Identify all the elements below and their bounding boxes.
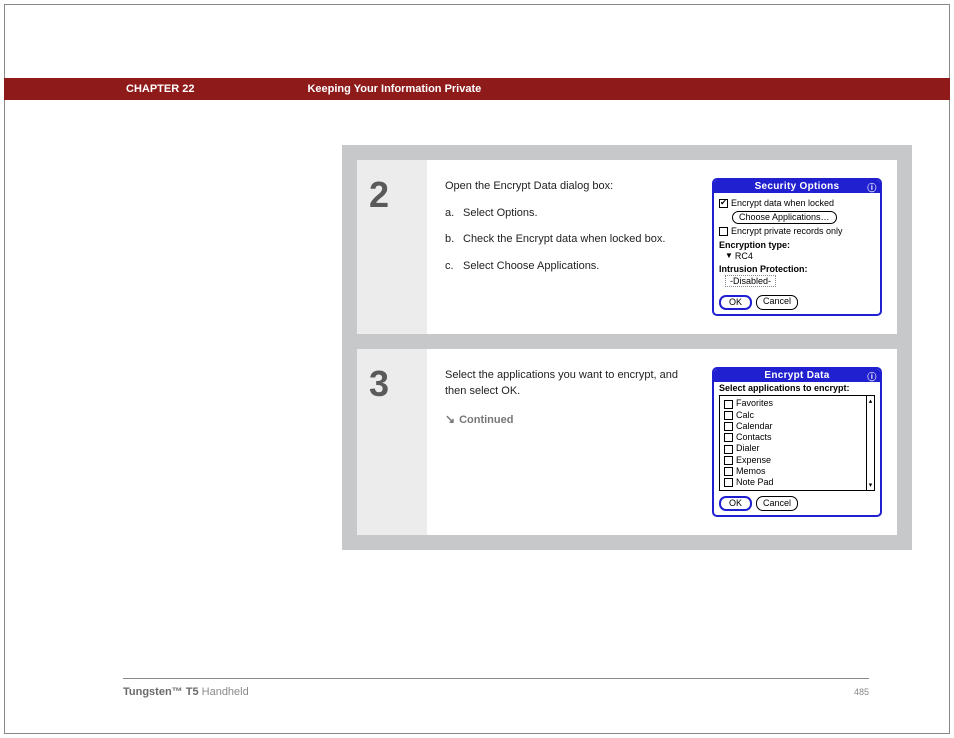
page-number: 485 [854, 687, 869, 697]
scroll-down-icon[interactable]: ▾ [869, 481, 873, 489]
step-body: Select the applications you want to encr… [427, 349, 897, 536]
list-item[interactable]: Expense [724, 455, 864, 466]
select-apps-prompt: Select applications to encrypt: [714, 382, 880, 394]
checkbox-unchecked-icon[interactable] [719, 227, 728, 236]
chapter-number: CHAPTER 22 [126, 83, 194, 95]
substep: a.Select Options. [445, 205, 700, 222]
info-icon[interactable]: ⓘ [867, 181, 877, 191]
encryption-type-label: Encryption type: [719, 240, 875, 250]
scrollbar[interactable]: ▴ ▾ [866, 396, 874, 490]
checkbox-unchecked-icon[interactable] [724, 478, 733, 487]
substep-list: a.Select Options. b.Check the Encrypt da… [445, 205, 700, 275]
list-item[interactable]: Note Pad [724, 477, 864, 488]
list-item[interactable]: Dialer [724, 443, 864, 454]
substep: b.Check the Encrypt data when locked box… [445, 231, 700, 248]
footer-rule [123, 678, 869, 679]
encrypt-private-only-row[interactable]: Encrypt private records only [719, 226, 875, 237]
checkbox-label: Encrypt private records only [731, 226, 843, 237]
info-icon[interactable]: ⓘ [867, 370, 877, 380]
dialog-titlebar: Security Options ⓘ [714, 180, 880, 193]
checkbox-checked-icon[interactable]: ✔ [719, 199, 728, 208]
substep: c.Select Choose Applications. [445, 258, 700, 275]
steps-panel: 2 Open the Encrypt Data dialog box: a.Se… [342, 145, 912, 550]
encryption-type-dropdown[interactable]: ▼ RC4 [725, 251, 753, 261]
step-body: Open the Encrypt Data dialog box: a.Sele… [427, 160, 897, 334]
dialog-title: Encrypt Data [764, 370, 829, 381]
step-row-2: 2 Open the Encrypt Data dialog box: a.Se… [357, 160, 897, 334]
scroll-up-icon[interactable]: ▴ [869, 397, 873, 405]
applications-list: Favorites Calc Calendar Contacts Dialer … [719, 395, 875, 491]
checkbox-unchecked-icon[interactable] [724, 445, 733, 454]
dropdown-arrow-icon: ▼ [725, 251, 733, 260]
step-number: 2 [357, 160, 427, 334]
step-row-3: 3 Select the applications you want to en… [357, 349, 897, 536]
chapter-header: CHAPTER 22 Keeping Your Information Priv… [4, 78, 950, 100]
security-options-dialog: Security Options ⓘ ✔ Encrypt data when l… [712, 178, 882, 316]
checkbox-unchecked-icon[interactable] [724, 411, 733, 420]
checkbox-label: Encrypt data when locked [731, 198, 834, 209]
choose-applications-button[interactable]: Choose Applications… [732, 211, 837, 225]
continued-indicator: ↘Continued [445, 410, 700, 429]
step-text: Open the Encrypt Data dialog box: a.Sele… [445, 178, 700, 316]
dialog-title: Security Options [755, 181, 840, 192]
encrypt-when-locked-row[interactable]: ✔ Encrypt data when locked [719, 198, 875, 209]
page-footer: Tungsten™ T5 Handheld 485 [123, 686, 869, 698]
checkbox-unchecked-icon[interactable] [724, 400, 733, 409]
step-text: Select the applications you want to encr… [445, 367, 700, 518]
cancel-button[interactable]: Cancel [756, 295, 798, 310]
checkbox-unchecked-icon[interactable] [724, 422, 733, 431]
checkbox-unchecked-icon[interactable] [724, 467, 733, 476]
list-item[interactable]: Calc [724, 410, 864, 421]
step-intro: Open the Encrypt Data dialog box: [445, 178, 700, 195]
continued-arrow-icon: ↘ [445, 412, 455, 426]
checkbox-unchecked-icon[interactable] [724, 433, 733, 442]
step-intro: Select the applications you want to encr… [445, 367, 700, 400]
chapter-title: Keeping Your Information Private [307, 83, 481, 95]
intrusion-protection-label: Intrusion Protection: [719, 264, 875, 274]
ok-button[interactable]: OK [719, 496, 752, 511]
list-item[interactable]: Calendar [724, 421, 864, 432]
list-item[interactable]: Contacts [724, 432, 864, 443]
dropdown-value: RC4 [735, 251, 753, 261]
cancel-button[interactable]: Cancel [756, 496, 798, 511]
list-item[interactable]: Memos [724, 466, 864, 477]
dialog-titlebar: Encrypt Data ⓘ [714, 369, 880, 382]
list-item[interactable]: Favorites [724, 398, 864, 409]
intrusion-protection-value[interactable]: -Disabled- [725, 275, 776, 287]
step-number: 3 [357, 349, 427, 536]
product-name: Tungsten™ T5 Handheld [123, 686, 249, 698]
ok-button[interactable]: OK [719, 295, 752, 310]
encrypt-data-dialog: Encrypt Data ⓘ Select applications to en… [712, 367, 882, 518]
checkbox-unchecked-icon[interactable] [724, 456, 733, 465]
